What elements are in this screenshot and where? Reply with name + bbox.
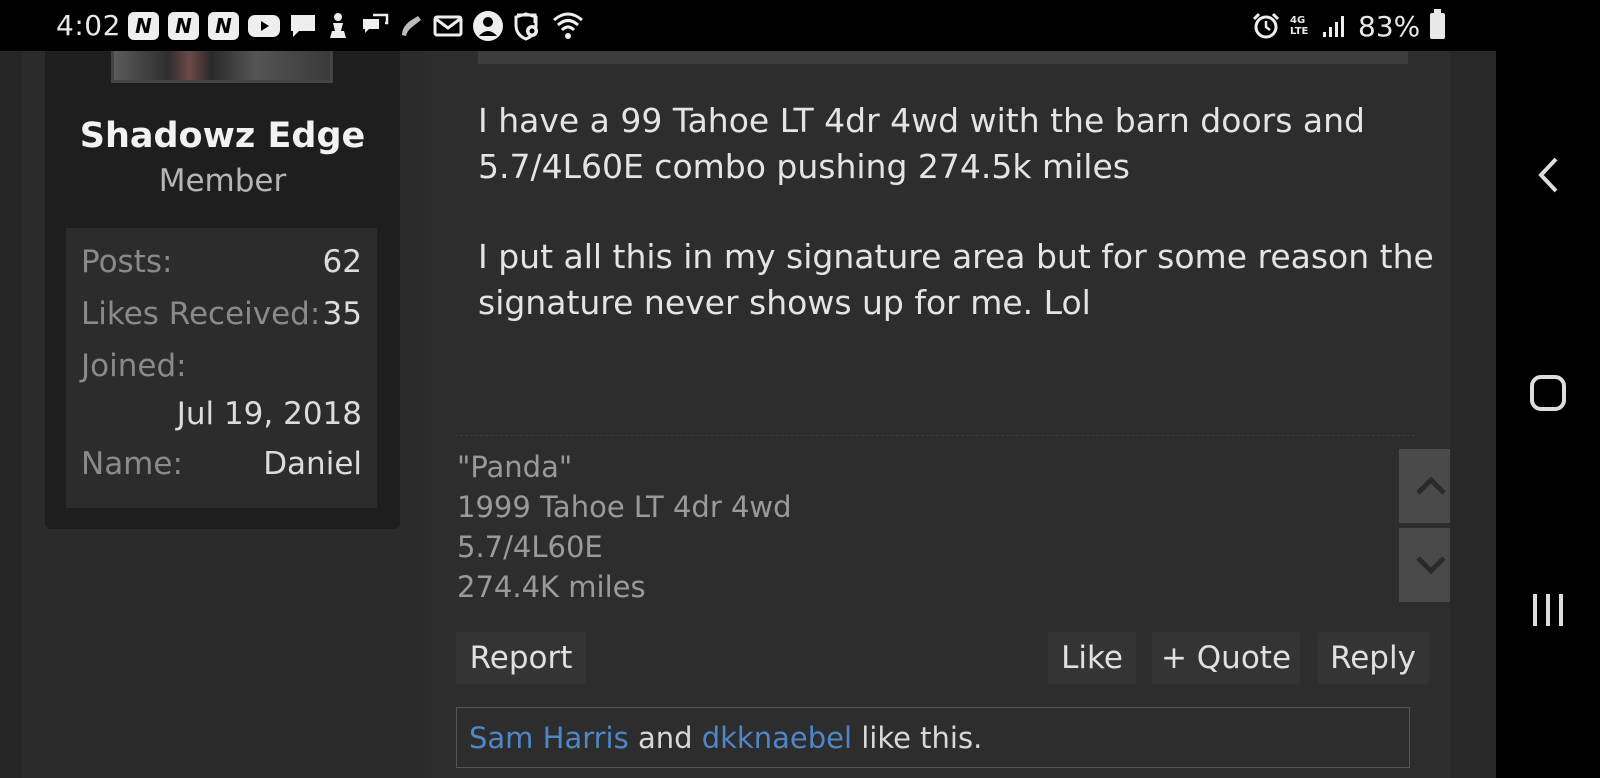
quote-block-bottom — [478, 51, 1408, 64]
notification-icons: N N N — [128, 11, 584, 41]
user-stats: Posts: 62 Likes Received: 35 Joined: Jul… — [66, 228, 377, 508]
stat-label: Name: — [81, 446, 183, 482]
signal-icon — [1322, 12, 1348, 40]
status-time: 4:02 — [56, 9, 121, 42]
messages-icon — [359, 12, 389, 40]
stat-likes-received: Likes Received: 35 — [81, 296, 362, 336]
mail-icon — [433, 12, 463, 40]
youtube-icon — [248, 12, 280, 40]
avatar-image — [114, 51, 330, 80]
android-nav-bar — [1496, 0, 1600, 778]
stat-posts: Posts: 62 — [81, 244, 362, 284]
forum-thread-view: Shadowz Edge Member Posts: 62 Likes Rece… — [0, 51, 1496, 778]
stat-label: Posts: — [81, 244, 173, 280]
reply-button[interactable]: Reply — [1317, 632, 1429, 684]
stat-name: Name: Daniel — [81, 446, 362, 486]
avatar[interactable] — [111, 51, 333, 83]
likes-summary: Sam Harris and dkknaebel like this. — [456, 707, 1410, 768]
chevron-down-icon — [1416, 556, 1446, 575]
n-app-icon: N — [168, 12, 199, 40]
signature-line: "Panda" — [457, 450, 573, 484]
post-body: I have a 99 Tahoe LT 4dr 4wd with the ba… — [425, 51, 1463, 778]
battery-icon — [1430, 9, 1446, 39]
alarm-icon — [1252, 12, 1280, 40]
message-line: 5.7/4L60E combo pushing 274.5k miles — [478, 147, 1130, 186]
account-icon — [472, 11, 504, 41]
back-icon — [1538, 157, 1558, 193]
stat-joined: Joined: — [81, 348, 362, 388]
recents-button[interactable] — [1496, 585, 1600, 635]
home-button[interactable] — [1496, 368, 1600, 418]
status-bar: 4:02 N N N 4G LTE 83% — [0, 0, 1600, 51]
stat-label: Likes Received: — [81, 296, 321, 332]
network-type: 4G LTE — [1290, 15, 1309, 37]
username[interactable]: Shadowz Edge — [45, 116, 400, 156]
stat-joined-date: Jul 19, 2018 — [81, 396, 362, 436]
user-profile-card: Shadowz Edge Member Posts: 62 Likes Rece… — [45, 51, 400, 529]
signature-divider — [455, 435, 1415, 436]
like-user-link[interactable]: Sam Harris — [469, 721, 629, 755]
phone-icon — [398, 12, 424, 40]
signature-line: 5.7/4L60E — [457, 530, 603, 564]
message-line: I have a 99 Tahoe LT 4dr 4wd with the ba… — [478, 101, 1365, 140]
like-button[interactable]: Like — [1048, 632, 1136, 684]
message-line: I put all this in my signature area but … — [478, 237, 1434, 276]
accessibility-icon — [326, 12, 350, 40]
n-app-icon: N — [208, 12, 239, 40]
quote-button[interactable]: + Quote — [1152, 632, 1300, 684]
like-user-link[interactable]: dkknaebel — [702, 721, 852, 755]
recents-icon — [1533, 594, 1563, 626]
page-margin — [0, 51, 22, 778]
system-status-icons: 4G LTE 83% — [1252, 9, 1446, 43]
stat-value: Jul 19, 2018 — [176, 396, 362, 432]
stat-value: 35 — [322, 296, 362, 332]
stat-value: Daniel — [263, 446, 362, 482]
chat-icon — [289, 12, 317, 40]
message-line: signature never shows up for me. Lol — [478, 283, 1091, 322]
stat-label: Joined: — [81, 348, 187, 384]
back-button[interactable] — [1496, 150, 1600, 200]
wifi-icon — [552, 12, 584, 40]
vpn-shield-icon — [513, 12, 543, 41]
page-margin-right — [1450, 51, 1496, 778]
signature-line: 1999 Tahoe LT 4dr 4wd — [457, 490, 792, 524]
likes-suffix: like this. — [852, 720, 983, 755]
signature-line: 274.4K miles — [457, 570, 646, 604]
stat-value[interactable]: 62 — [323, 244, 362, 280]
likes-conjunction: and — [628, 720, 702, 755]
battery-percent: 83% — [1358, 9, 1421, 43]
user-title: Member — [158, 163, 287, 199]
chevron-up-icon — [1416, 476, 1446, 495]
n-app-icon: N — [128, 12, 159, 40]
home-icon — [1530, 375, 1566, 411]
report-button[interactable]: Report — [456, 632, 586, 684]
